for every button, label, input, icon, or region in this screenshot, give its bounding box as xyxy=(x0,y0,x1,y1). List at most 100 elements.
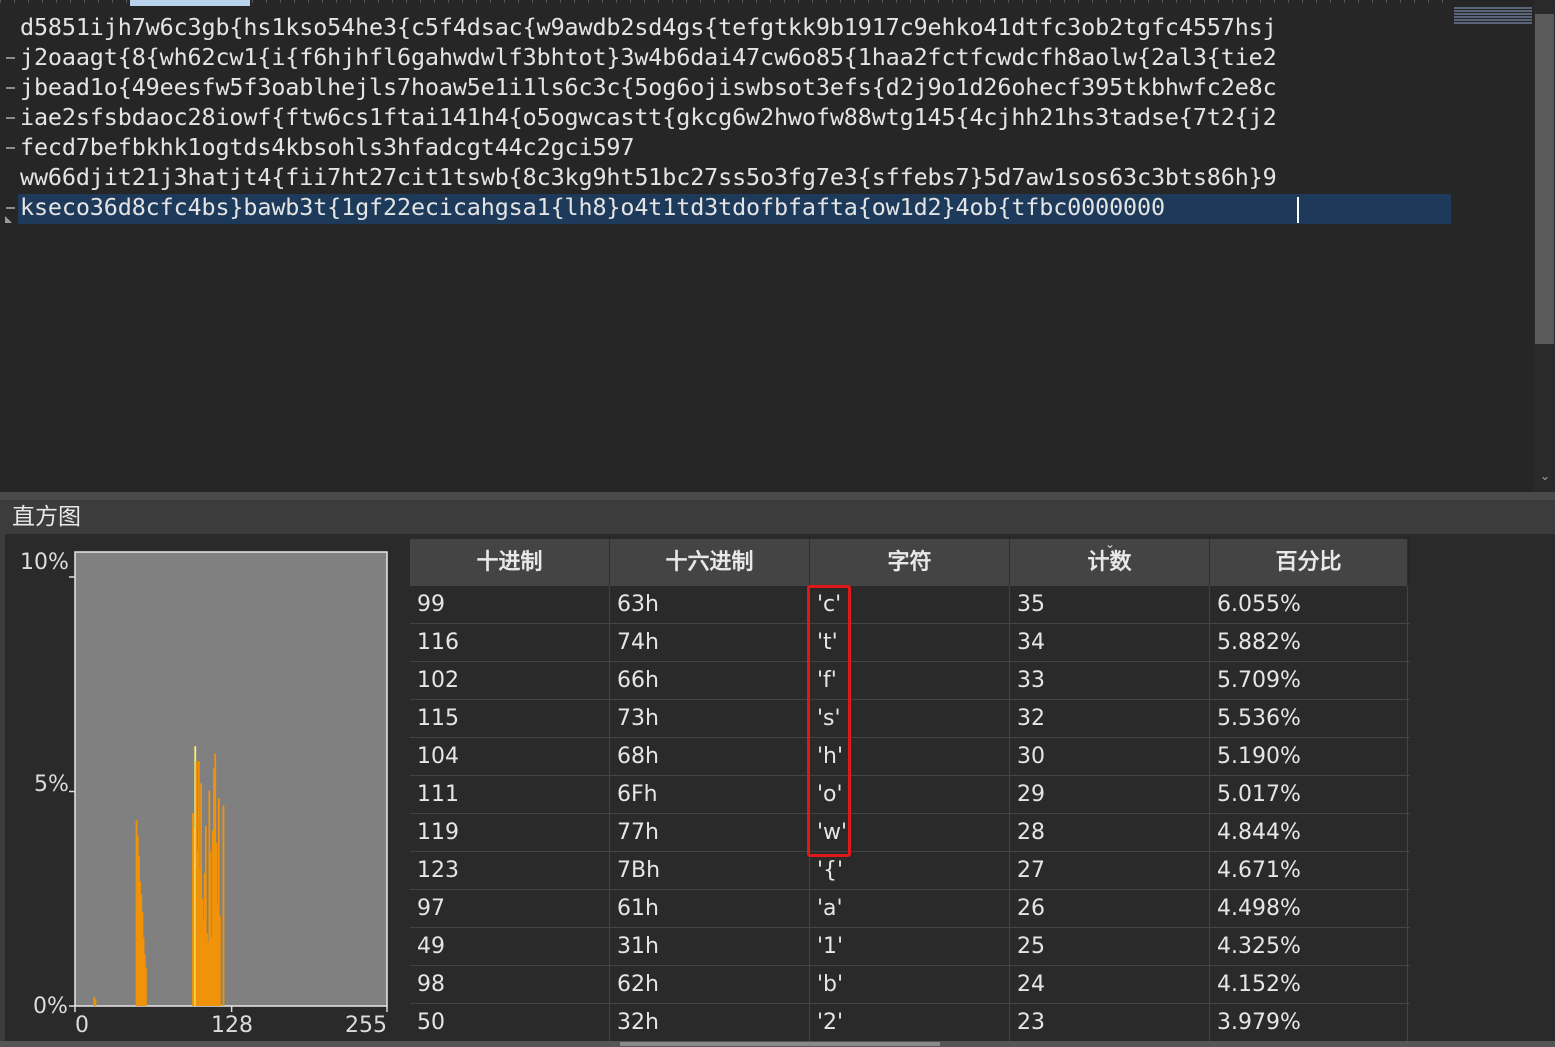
cell-hex: 6Fh xyxy=(610,776,810,814)
editor-line[interactable]: jbead1o{49eesfw5f3oablhejls7hoaw5e1i1ls6… xyxy=(20,72,1277,102)
editor-line[interactable]: d5851ijh7w6c3gb{hs1kso54he3{c5f4dsac{w9a… xyxy=(20,12,1277,42)
cell-count: 33 xyxy=(1010,662,1210,700)
cell-percent: 6.055% xyxy=(1210,586,1408,624)
histogram-bar xyxy=(219,915,221,1006)
frequency-table[interactable]: 十进制 十六进制 字符 计数 百分比 ⌄ 99 63h'c' 35 6.055% 116… xyxy=(410,539,1410,1047)
table-row[interactable]: 98 62h'b' 24 4.152% xyxy=(410,966,1410,1004)
cell-decimal: 97 xyxy=(410,890,610,928)
cell-count: 24 xyxy=(1010,966,1210,1004)
cell-count: 32 xyxy=(1010,700,1210,738)
text-caret xyxy=(1297,197,1299,223)
cell-percent: 5.190% xyxy=(1210,738,1408,776)
y-tick-label: 10% xyxy=(20,550,69,575)
cell-decimal: 102 xyxy=(410,662,610,700)
wrap-continuation-mark xyxy=(6,87,15,89)
table-row[interactable]: 102 66h'f' 33 5.709% xyxy=(410,662,1410,700)
x-tick-label: 0 xyxy=(75,1013,89,1038)
cell-percent: 4.152% xyxy=(1210,966,1408,1004)
cell-char: 'a' xyxy=(810,890,1010,928)
table-row[interactable]: 49 31h '1' 25 4.325% xyxy=(410,928,1410,966)
cell-count: 27 xyxy=(1010,852,1210,890)
cell-char: 'b' xyxy=(810,966,1010,1004)
cell-percent: 4.671% xyxy=(1210,852,1408,890)
sort-descending-icon: ⌄ xyxy=(1104,539,1116,551)
y-tick-label: 5% xyxy=(34,772,69,797)
cell-decimal: 116 xyxy=(410,624,610,662)
cell-decimal: 99 xyxy=(410,586,610,624)
cell-hex: 73h xyxy=(610,700,810,738)
plot-area xyxy=(74,551,388,1007)
editor-line[interactable]: kseco36d8cfc4bs}bawb3t{1gf22ecicahgsa1{l… xyxy=(20,192,1165,222)
cell-percent: 5.017% xyxy=(1210,776,1408,814)
cell-decimal: 50 xyxy=(410,1004,610,1042)
table-row[interactable]: 123 7Bh '{' 27 4.671% xyxy=(410,852,1410,890)
cell-percent: 4.325% xyxy=(1210,928,1408,966)
histogram-bar xyxy=(145,967,147,1006)
histogram-svg xyxy=(69,551,388,1012)
histogram-chart: 10% 5% 0% 0 128 255 xyxy=(0,492,400,1047)
wrap-continuation-mark xyxy=(6,207,15,209)
cell-percent: 3.979% xyxy=(1210,1004,1408,1042)
wrap-continuation-mark xyxy=(6,57,15,59)
cell-count: 30 xyxy=(1010,738,1210,776)
histogram-bar xyxy=(222,805,225,1006)
table-row[interactable]: 116 74h't' 34 5.882% xyxy=(410,624,1410,662)
x-tick-label: 255 xyxy=(345,1013,387,1038)
column-header-decimal[interactable]: 十进制 xyxy=(410,539,610,586)
table-row[interactable]: 115 73h's' 32 5.536% xyxy=(410,700,1410,738)
editor-line[interactable]: fecd7befbkhk1ogtds4kbsohls3hfadcgt44c2gc… xyxy=(20,132,634,162)
table-row[interactable]: 119 77h'w' 28 4.844% xyxy=(410,814,1410,852)
wrap-continuation-mark xyxy=(6,117,15,119)
cell-decimal: 119 xyxy=(410,814,610,852)
cell-decimal: 104 xyxy=(410,738,610,776)
cell-count: 23 xyxy=(1010,1004,1210,1042)
cell-hex: 7Bh xyxy=(610,852,810,890)
scroll-down-icon[interactable]: ⌄ xyxy=(1538,470,1552,484)
wrap-continuation-mark xyxy=(6,147,15,149)
column-header-hex[interactable]: 十六进制 xyxy=(610,539,810,586)
column-header-percent[interactable]: 百分比 xyxy=(1210,539,1408,586)
column-header-char[interactable]: 字符 xyxy=(810,539,1010,586)
vertical-scrollbar[interactable]: ⌄ xyxy=(1534,0,1555,492)
cell-decimal: 115 xyxy=(410,700,610,738)
cell-percent: 5.536% xyxy=(1210,700,1408,738)
cell-count: 28 xyxy=(1010,814,1210,852)
cell-hex: 63h xyxy=(610,586,810,624)
editor-line[interactable]: iae2sfsbdaoc28iowf{ftw6cs1ftai141h4{o5og… xyxy=(20,102,1277,132)
text-editor[interactable]: d5851ijh7w6c3gb{hs1kso54he3{c5f4dsac{w9a… xyxy=(0,0,1555,492)
editor-line[interactable]: j2oaagt{8{wh62cw1{i{f6hjhfl6gahwdwlf3bht… xyxy=(20,42,1277,72)
table-row[interactable]: 97 61h'a' 26 4.498% xyxy=(410,890,1410,928)
cell-hex: 68h xyxy=(610,738,810,776)
histogram-bar xyxy=(94,999,97,1006)
editor-ruler xyxy=(0,0,1555,6)
cell-count: 35 xyxy=(1010,586,1210,624)
table-row[interactable]: 111 6Fh'o' 29 5.017% xyxy=(410,776,1410,814)
cell-decimal: 111 xyxy=(410,776,610,814)
minimap[interactable] xyxy=(1452,6,1534,36)
cell-decimal: 123 xyxy=(410,852,610,890)
cell-count: 25 xyxy=(1010,928,1210,966)
y-tick-label: 0% xyxy=(33,994,68,1019)
table-row[interactable]: 50 32h '2' 23 3.979% xyxy=(410,1004,1410,1042)
horizontal-scrollbar-thumb[interactable] xyxy=(620,1042,940,1046)
cell-decimal: 49 xyxy=(410,928,610,966)
table-row[interactable]: 99 63h'c' 35 6.055% xyxy=(410,586,1410,624)
x-tick-label: 128 xyxy=(211,1013,253,1038)
cell-char: '2' xyxy=(810,1004,1010,1042)
cell-percent: 5.882% xyxy=(1210,624,1408,662)
scrollbar-thumb[interactable] xyxy=(1535,14,1554,344)
editor-text-area[interactable]: d5851ijh7w6c3gb{hs1kso54he3{c5f4dsac{w9a… xyxy=(0,12,1452,492)
editor-line[interactable]: ww66djit21j3hatjt4{fii7ht27cit1tswb{8c3k… xyxy=(20,162,1277,192)
cell-hex: 32h xyxy=(610,1004,810,1042)
cell-count: 29 xyxy=(1010,776,1210,814)
cell-hex: 31h xyxy=(610,928,810,966)
horizontal-scrollbar[interactable] xyxy=(0,1041,1555,1047)
selection-indicator xyxy=(130,0,250,6)
table-row[interactable]: 104 68h'h' 30 5.190% xyxy=(410,738,1410,776)
fold-corner-icon xyxy=(5,216,12,223)
cell-char: '1' xyxy=(810,928,1010,966)
cell-hex: 66h xyxy=(610,662,810,700)
cell-decimal: 98 xyxy=(410,966,610,1004)
cell-hex: 74h xyxy=(610,624,810,662)
cell-count: 26 xyxy=(1010,890,1210,928)
